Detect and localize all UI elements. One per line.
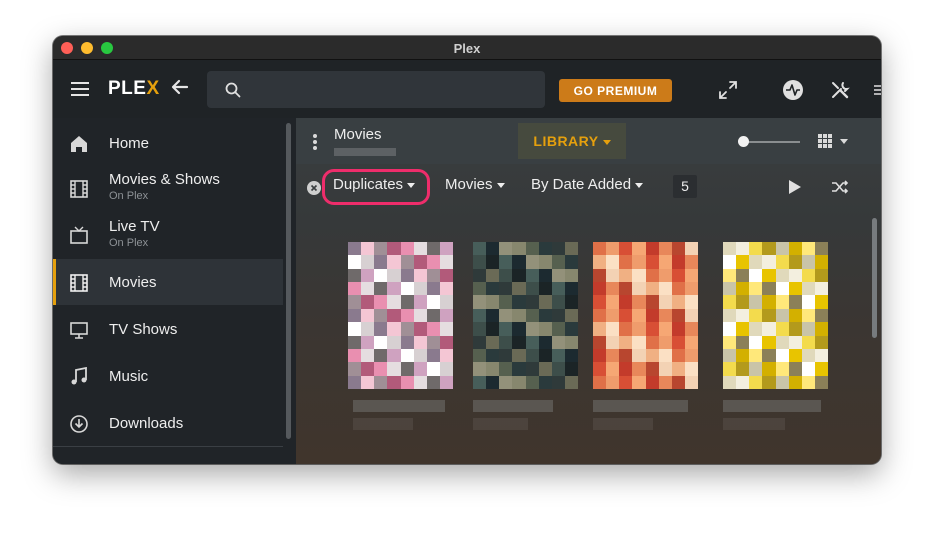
library-more-icon[interactable] — [313, 134, 317, 150]
movie-title-placeholder — [473, 400, 553, 412]
home-icon — [71, 136, 87, 152]
sidebar-item-movies[interactable]: Movies — [53, 259, 283, 305]
sidebar-item-music[interactable]: Music — [53, 353, 283, 399]
movie-year-placeholder — [723, 418, 785, 430]
top-bar: PLEX GO PREMIUM — [53, 60, 881, 118]
menu-icon[interactable] — [71, 82, 89, 96]
sidebar-item-home[interactable]: Home — [53, 120, 283, 166]
movie-year-placeholder — [473, 418, 528, 430]
library-server-name — [334, 148, 396, 156]
sidebar-item-label: TV Shows — [109, 321, 178, 338]
sidebar-item-sublabel: On Plex — [109, 237, 149, 249]
window-title: Plex — [453, 41, 481, 56]
sidebar-item-label: Downloads — [109, 415, 184, 432]
go-premium-button[interactable]: GO PREMIUM — [559, 79, 672, 102]
poster-size-slider[interactable] — [742, 141, 800, 143]
sidebar: Home Movies & Shows On Plex Live TV On P… — [53, 118, 296, 464]
content-scrollbar[interactable] — [872, 218, 877, 338]
app-window: Plex PLEX GO PREMIUM Home Movies & Shows… — [53, 36, 881, 464]
tv-icon — [70, 226, 88, 244]
film-icon — [70, 274, 88, 292]
movie-title-placeholder — [723, 400, 821, 412]
filter-bar: Duplicates Movies By Date Added 5 — [296, 164, 881, 212]
library-content: Movies LIBRARY Duplicates Movies By Date… — [296, 118, 881, 464]
sidebar-item-sublabel: On Plex — [109, 190, 149, 202]
grid-view-icon[interactable] — [818, 134, 848, 148]
play-icon[interactable] — [785, 178, 803, 196]
search-bar[interactable] — [207, 71, 545, 108]
back-arrow-icon[interactable] — [171, 78, 189, 96]
type-filter-dropdown[interactable]: Movies — [445, 176, 505, 193]
sidebar-item-label: Music — [109, 368, 149, 385]
library-view-dropdown[interactable]: LIBRARY — [518, 123, 626, 159]
library-header: Movies LIBRARY — [296, 118, 881, 164]
film-icon — [70, 180, 88, 198]
cast-icon[interactable] — [872, 79, 881, 101]
movie-poster[interactable] — [473, 242, 578, 389]
movie-title-placeholder — [593, 400, 688, 412]
clear-filter-icon[interactable] — [307, 181, 321, 195]
plex-logo[interactable]: PLEX — [108, 78, 160, 100]
search-input[interactable] — [251, 79, 531, 101]
sidebar-item-movies-shows[interactable]: Movies & Shows On Plex — [53, 166, 283, 212]
movie-poster[interactable] — [348, 242, 453, 389]
movie-poster[interactable] — [723, 242, 828, 389]
poster-size-slider-handle[interactable] — [738, 136, 749, 147]
sidebar-item-live-tv[interactable]: Live TV On Plex — [53, 213, 283, 259]
sidebar-item-tv-shows[interactable]: TV Shows — [53, 306, 283, 352]
movie-year-placeholder — [353, 418, 413, 430]
library-title: Movies — [334, 126, 382, 143]
duplicates-filter-dropdown[interactable]: Duplicates — [333, 176, 416, 193]
movie-poster[interactable] — [593, 242, 698, 389]
movie-year-placeholder — [593, 418, 653, 430]
search-icon — [225, 82, 241, 98]
sidebar-divider — [53, 446, 283, 447]
shuffle-icon[interactable] — [831, 178, 849, 196]
music-note-icon — [71, 367, 87, 385]
sidebar-item-downloads[interactable]: Downloads — [53, 400, 283, 446]
settings-tools-icon[interactable] — [829, 79, 851, 101]
sidebar-item-label: Live TV — [109, 218, 160, 235]
sidebar-item-label: Movies — [109, 274, 157, 291]
item-count-badge: 5 — [673, 175, 697, 198]
monitor-icon — [70, 322, 88, 339]
movie-title-placeholder — [353, 400, 445, 412]
title-bar: Plex — [53, 36, 881, 60]
sort-dropdown[interactable]: By Date Added — [531, 176, 644, 193]
download-icon — [70, 415, 88, 433]
sidebar-item-label: Home — [109, 135, 150, 152]
sidebar-scrollbar[interactable] — [286, 123, 291, 439]
sidebar-item-label: Movies & Shows — [109, 171, 220, 188]
activity-icon[interactable] — [782, 79, 804, 101]
fullscreen-icon[interactable] — [717, 79, 739, 101]
